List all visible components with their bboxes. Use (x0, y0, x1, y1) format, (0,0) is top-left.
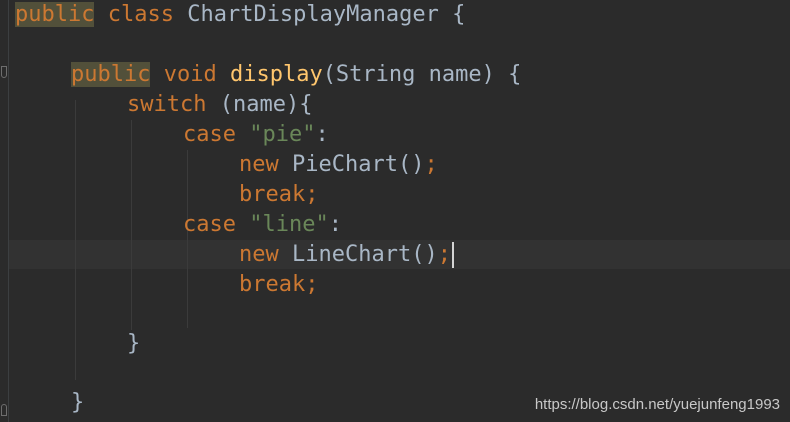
keyword-void: void (163, 62, 217, 87)
open-brace: { (508, 62, 522, 87)
code-line-14: } (71, 388, 84, 418)
keyword-case: case (183, 212, 236, 237)
editor-gutter (0, 0, 9, 422)
keyword-public: public (71, 62, 151, 87)
method-params: (String name) (322, 62, 495, 87)
code-line-4: switch (name){ (127, 90, 312, 120)
watermark-url: https://blog.csdn.net/yuejunfeng1993 (534, 396, 780, 413)
close-brace: } (127, 331, 141, 356)
code-line-5: case "pie": (183, 120, 329, 150)
keyword-class: class (107, 2, 174, 27)
close-brace: } (71, 390, 85, 415)
code-editor[interactable]: public class ChartDisplayManager { publi… (0, 0, 790, 422)
code-line-6: new PieChart(); (239, 150, 438, 180)
keyword-break: break; (239, 272, 319, 297)
fold-icon[interactable] (1, 66, 7, 78)
semicolon: ; (424, 152, 438, 177)
code-line-10: break; (239, 270, 318, 300)
code-line-1: public class ChartDisplayManager { (15, 0, 465, 30)
keyword-break: break; (239, 182, 319, 207)
code-line-9: new LineChart(); (239, 240, 454, 270)
code-line-3: public void display(String name) { (71, 60, 521, 90)
keyword-new: new (239, 242, 279, 267)
keyword-switch: switch (127, 92, 207, 117)
text-caret (451, 242, 454, 268)
code-line-7: break; (239, 180, 318, 210)
colon: : (315, 122, 329, 147)
open-brace: { (452, 2, 466, 27)
constructor-call: PieChart() (292, 152, 425, 177)
colon: : (328, 212, 342, 237)
string-literal: "line" (249, 212, 329, 237)
code-line-12: } (127, 329, 140, 359)
indent-guide (75, 100, 76, 380)
indent-guide (131, 120, 132, 330)
keyword-new: new (239, 152, 279, 177)
method-name: display (229, 62, 323, 87)
fold-end-icon[interactable] (1, 404, 7, 416)
semicolon: ; (437, 242, 451, 267)
constructor-call: LineChart() (292, 242, 438, 267)
keyword-case: case (183, 122, 236, 147)
keyword-public: public (15, 2, 95, 27)
code-line-8: case "line": (183, 210, 342, 240)
switch-expression: (name){ (219, 92, 313, 117)
class-name: ChartDisplayManager (187, 2, 439, 27)
string-literal: "pie" (249, 122, 316, 147)
